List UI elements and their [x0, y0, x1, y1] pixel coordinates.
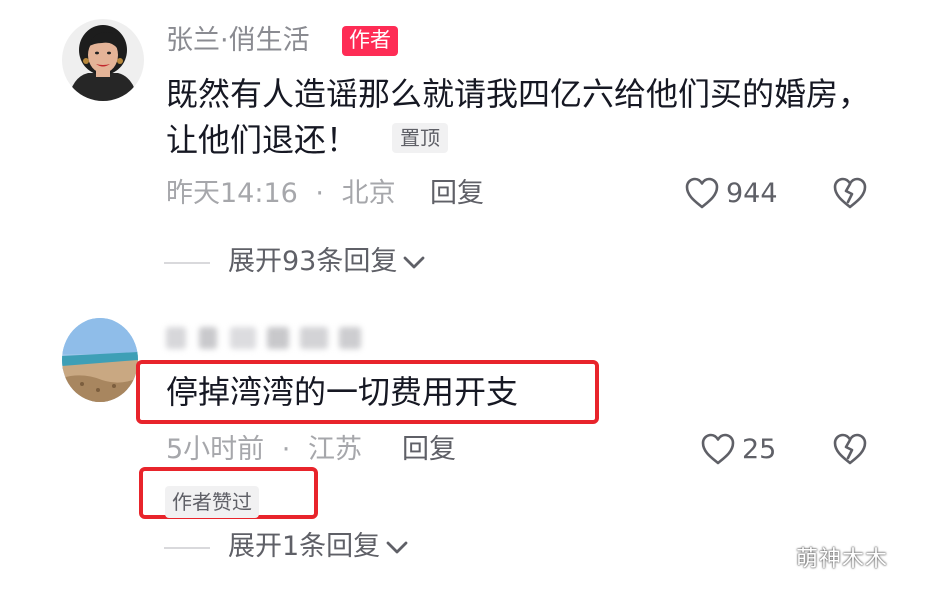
user-name-blurred[interactable]	[166, 323, 371, 353]
expand-label: 展开93条回复	[228, 246, 398, 277]
dislike-button[interactable]	[832, 176, 868, 214]
expand-label: 展开1条回复	[228, 531, 381, 562]
divider-line	[164, 262, 210, 264]
author-liked-badge: 作者赞过	[165, 486, 259, 518]
like-count: 25	[742, 433, 777, 465]
comment-content: 停掉湾湾的一切费用开支	[166, 373, 519, 411]
location: 江苏	[307, 434, 362, 465]
dislike-button[interactable]	[832, 432, 868, 470]
reply-button[interactable]: 回复	[402, 436, 456, 463]
separator: ·	[315, 178, 324, 209]
like-button[interactable]: 944	[684, 176, 778, 210]
expand-replies-button[interactable]: 展开93条回复	[228, 248, 427, 275]
broken-heart-icon	[833, 433, 867, 465]
pinned-badge: 置顶	[392, 123, 449, 153]
like-count: 944	[726, 177, 778, 209]
location: 北京	[341, 178, 396, 209]
expand-replies-button[interactable]: 展开1条回复	[228, 533, 410, 560]
heart-icon	[701, 433, 735, 465]
chevron-down-icon	[403, 256, 425, 268]
timestamp: 5小时前	[166, 434, 265, 465]
avatar[interactable]	[62, 19, 144, 101]
timestamp: 昨天14:16	[166, 178, 298, 209]
comment-text: 既然有人造谣那么就请我四亿六给他们买的婚房，让他们退还！ 置顶	[166, 71, 886, 163]
author-badge: 作者	[342, 26, 398, 56]
watermark: 萌神木木	[796, 547, 889, 572]
beach-landscape-icon	[62, 318, 138, 402]
user-name[interactable]: 张兰·俏生活	[166, 27, 310, 54]
separator: ·	[281, 434, 291, 465]
comment-meta: 昨天14:16 · 北京	[166, 180, 396, 207]
comment-meta: 5小时前 · 江苏	[166, 436, 362, 463]
broken-heart-icon	[833, 177, 867, 209]
avatar[interactable]	[62, 318, 138, 402]
divider-line	[164, 547, 210, 549]
woman-portrait-icon	[62, 19, 144, 101]
like-button[interactable]: 25	[700, 432, 776, 466]
reply-button[interactable]: 回复	[430, 180, 484, 207]
heart-icon	[685, 177, 719, 209]
chevron-down-icon	[386, 541, 408, 553]
comment-content: 既然有人造谣那么就请我四亿六给他们买的婚房，让他们退还！	[166, 75, 871, 159]
